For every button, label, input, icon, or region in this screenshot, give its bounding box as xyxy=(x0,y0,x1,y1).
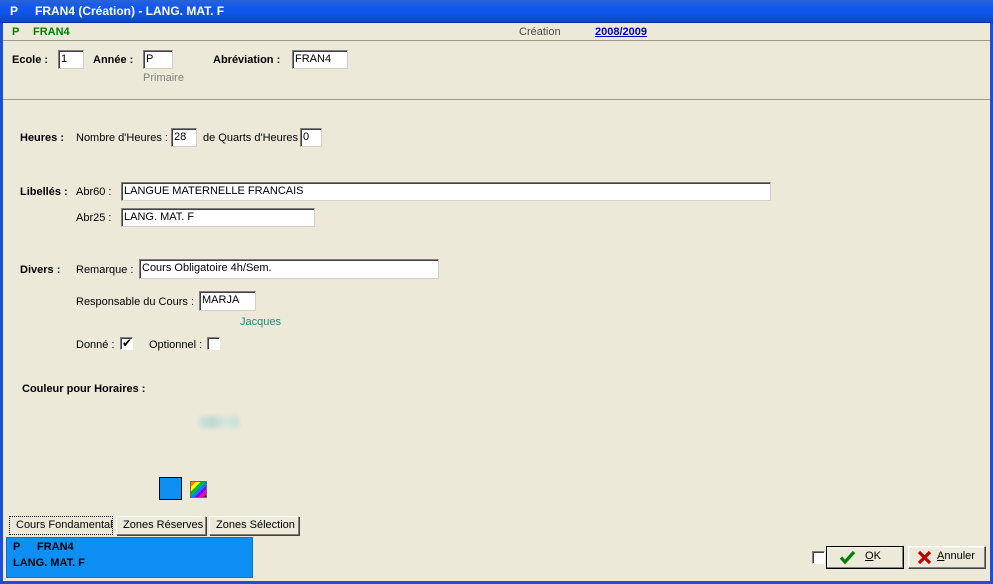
responsable-label: Responsable du Cours : xyxy=(76,296,195,308)
palette-icon-svg xyxy=(191,482,206,497)
quarts-heures-input[interactable]: 0 xyxy=(300,128,322,147)
donne-checkbox[interactable]: ✔ xyxy=(120,337,133,350)
status-panel: P FRAN4 LANG. MAT. F xyxy=(6,537,253,578)
abr60-label: Abr60 : xyxy=(76,186,112,198)
abr25-input[interactable]: LANG. MAT. F xyxy=(121,208,315,227)
tab-cours-fondamental[interactable]: Cours Fondamental xyxy=(9,516,113,535)
application-window: P FRAN4 (Création) - LANG. MAT. F P FRAN… xyxy=(0,0,993,584)
optionnel-label: Optionnel : xyxy=(149,339,203,351)
divers-section-label: Divers : xyxy=(20,264,61,276)
donne-label: Donné : xyxy=(76,339,115,351)
annee-hint: Primaire xyxy=(143,72,184,84)
responsable-firstname: Jacques xyxy=(240,316,281,328)
school-year-link[interactable]: 2008/2009 xyxy=(595,26,647,38)
window-titlebar[interactable]: P FRAN4 (Création) - LANG. MAT. F xyxy=(0,0,993,23)
couleur-label: Couleur pour Horaires : xyxy=(22,383,146,395)
window-title: FRAN4 (Création) - LANG. MAT. F xyxy=(35,4,225,18)
identification-panel: Ecole : 1 Année : P Primaire Abréviation… xyxy=(3,42,990,100)
tab-zones-reserves[interactable]: Zones Réserves xyxy=(116,516,206,535)
heures-section-label: Heures : xyxy=(20,132,65,144)
bottom-checkbox[interactable] xyxy=(812,551,825,564)
ok-button[interactable]: OK xyxy=(826,546,904,569)
subheader-mode: Création xyxy=(519,26,561,38)
subheader-mark: P xyxy=(12,26,20,38)
ok-button-label: OK xyxy=(865,550,881,562)
abr25-label: Abr25 : xyxy=(76,212,112,224)
responsable-surname-redacted xyxy=(199,416,239,428)
annee-label: Année : xyxy=(93,54,134,66)
abreviation-input[interactable]: FRAN4 xyxy=(292,50,348,69)
tab-zones-selection[interactable]: Zones Sélection xyxy=(209,516,299,535)
cancel-button-label: Annuler xyxy=(937,550,975,562)
tab-strip: Cours Fondamental Zones Réserves Zones S… xyxy=(3,516,990,535)
status-code: FRAN4 xyxy=(37,541,74,553)
responsable-input[interactable]: MARJA xyxy=(199,291,256,311)
subheader-code: FRAN4 xyxy=(33,26,70,38)
ecole-label: Ecole : xyxy=(12,54,49,66)
nombre-heures-input[interactable]: 28 xyxy=(171,128,197,147)
remarque-label: Remarque : xyxy=(76,264,134,276)
check-icon xyxy=(839,550,856,565)
quarts-heures-label: de Quarts d'Heures : xyxy=(203,132,305,144)
abreviation-label: Abréviation : xyxy=(213,54,281,66)
donne-check-glyph: ✔ xyxy=(122,336,133,350)
nombre-heures-label: Nombre d'Heures : xyxy=(76,132,168,144)
cancel-button[interactable]: Annuler xyxy=(908,546,986,569)
libelles-section-label: Libellés : xyxy=(20,186,68,198)
cancel-rest: nnuler xyxy=(944,550,975,562)
palette-icon[interactable] xyxy=(190,481,207,498)
ok-rest: K xyxy=(873,550,881,562)
ecole-input[interactable]: 1 xyxy=(58,50,84,69)
remarque-input[interactable]: Cours Obligatoire 4h/Sem. xyxy=(139,259,439,279)
ok-accel: O xyxy=(865,550,874,562)
status-mark: P xyxy=(13,541,21,553)
close-icon xyxy=(917,550,932,565)
titlebar-mark: P xyxy=(10,4,19,18)
annee-input[interactable]: P xyxy=(143,50,173,69)
record-subheader: P FRAN4 Création 2008/2009 xyxy=(3,23,990,41)
couleur-swatch[interactable] xyxy=(159,477,182,500)
details-panel: Heures : Nombre d'Heures : 28 de Quarts … xyxy=(3,101,990,507)
status-label: LANG. MAT. F xyxy=(13,557,85,569)
optionnel-checkbox[interactable] xyxy=(207,337,220,350)
abr60-input[interactable]: LANGUE MATERNELLE FRANCAIS xyxy=(121,182,771,201)
